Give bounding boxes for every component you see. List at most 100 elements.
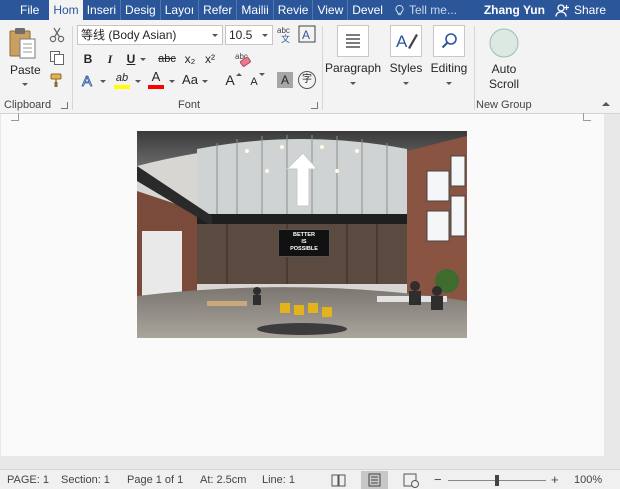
svg-text:A: A [302, 28, 310, 42]
ribbon-home: Paste Clipboard 等线 (Body Asian) 10.5 abc… [0, 20, 620, 114]
font-name-combo[interactable]: 等线 (Body Asian) [77, 25, 223, 45]
change-case-button[interactable]: Aa [180, 71, 200, 89]
group-divider [474, 26, 475, 110]
inserted-photo[interactable]: BETTER IS POSSIBLE [137, 131, 467, 338]
text-highlight-button[interactable]: ab [113, 71, 131, 89]
font-dialog-launcher-icon[interactable] [311, 102, 318, 109]
status-at[interactable]: At: 2.5cm [200, 470, 246, 489]
paste-label: Paste [10, 63, 41, 77]
italic-button[interactable]: I [103, 50, 117, 68]
search-icon [441, 33, 457, 49]
text-effects-dropdown-icon[interactable] [100, 80, 106, 83]
new-group-label: New Group [476, 99, 532, 111]
font-color-button[interactable]: A [147, 69, 165, 89]
sign-line-3: POSSIBLE [290, 246, 318, 252]
tab-references[interactable]: Refer [198, 0, 236, 20]
chevron-down-icon [262, 34, 268, 37]
share-person-icon [555, 3, 569, 17]
grow-font-button[interactable]: A [224, 71, 236, 89]
tell-me-text: Tell me... [408, 3, 457, 17]
phonetic-guide-icon[interactable]: abc 文 [277, 25, 295, 43]
paragraph-button[interactable] [337, 25, 369, 57]
status-page-of[interactable]: Page 1 of 1 [127, 470, 183, 489]
superscript-button[interactable]: x² [202, 50, 218, 68]
group-divider [322, 26, 323, 110]
print-layout-button[interactable] [361, 471, 388, 489]
tab-view[interactable]: View [312, 0, 347, 20]
subscript-button[interactable]: x₂ [182, 50, 198, 68]
svg-text:A: A [82, 73, 92, 89]
svg-text:abc: abc [277, 26, 290, 35]
web-page-icon [403, 473, 419, 488]
document-page[interactable]: BETTER IS POSSIBLE [1, 113, 604, 456]
chevron-down-icon [212, 34, 218, 37]
svg-text:文: 文 [281, 33, 290, 43]
vertical-scrollbar[interactable] [604, 114, 620, 469]
font-size-combo[interactable]: 10.5 [225, 25, 273, 45]
zoom-slider-thumb[interactable] [495, 475, 499, 486]
underline-button[interactable]: U [124, 50, 138, 68]
bold-button[interactable]: B [81, 50, 95, 68]
zoom-out-button[interactable]: − [434, 470, 442, 489]
share-label: Share [573, 3, 606, 17]
page-icon [368, 473, 381, 487]
clear-formatting-icon[interactable]: abc [234, 50, 254, 68]
styles-dropdown-icon[interactable] [403, 82, 409, 85]
highlight-dropdown-icon[interactable] [135, 80, 141, 83]
user-name[interactable]: Zhang Yun [474, 3, 555, 17]
clipboard-group-label: Clipboard [4, 99, 52, 111]
copy-icon[interactable] [49, 50, 65, 66]
tab-home[interactable]: Hom [49, 0, 83, 20]
change-case-dropdown-icon[interactable] [202, 80, 208, 83]
tab-mailings[interactable]: Mailii [236, 0, 272, 20]
font-name-value: 等线 (Body Asian) [81, 28, 177, 42]
format-painter-icon[interactable] [49, 72, 65, 88]
auto-scroll-label-line1: Auto [491, 62, 517, 76]
character-border-icon[interactable]: A [298, 25, 316, 43]
editing-button[interactable] [433, 25, 465, 57]
character-shading-button[interactable]: A [277, 72, 293, 88]
tab-review[interactable]: Revie [272, 0, 313, 20]
strikethrough-button[interactable]: abc [155, 50, 179, 68]
tab-developer[interactable]: Devel [347, 0, 387, 20]
paragraph-dropdown-icon[interactable] [350, 82, 356, 85]
group-divider [72, 26, 73, 110]
paragraph-lines-icon [346, 34, 360, 48]
grow-arrow-icon [236, 73, 242, 76]
tab-design[interactable]: Desig [120, 0, 160, 20]
paste-dropdown-icon[interactable] [22, 83, 28, 86]
styles-button[interactable]: A [390, 25, 422, 57]
text-effects-icon[interactable]: A [80, 71, 98, 89]
status-line[interactable]: Line: 1 [262, 470, 295, 489]
lightbulb-icon [395, 4, 404, 15]
status-page[interactable]: PAGE: 1 [7, 470, 49, 489]
collapse-ribbon-icon[interactable] [602, 102, 610, 106]
share-button[interactable]: Share [555, 3, 620, 17]
clipboard-dialog-launcher-icon[interactable] [61, 102, 68, 109]
zoom-level[interactable]: 100% [574, 470, 602, 489]
paste-button[interactable] [8, 26, 38, 63]
styles-gallery-icon: A [396, 32, 418, 51]
font-group-label: Font [178, 99, 201, 111]
better-is-possible-sign: BETTER IS POSSIBLE [278, 229, 330, 257]
crop-mark-top-right [583, 113, 591, 121]
editing-dropdown-icon[interactable] [446, 82, 452, 85]
auto-scroll-icon[interactable] [488, 27, 520, 59]
tab-insert[interactable]: Inseri [83, 0, 120, 20]
web-layout-button[interactable] [397, 471, 424, 489]
ribbon-tab-bar: File Hom Inseri Desig Layoı Refer Mailii… [0, 0, 620, 20]
sign-line-1: BETTER [293, 232, 315, 238]
read-mode-button[interactable] [325, 471, 352, 489]
zoom-in-button[interactable]: + [551, 470, 559, 489]
tell-me-search[interactable]: Tell me... [387, 0, 463, 20]
status-section[interactable]: Section: 1 [61, 470, 110, 489]
tab-file[interactable]: File [0, 0, 49, 20]
tab-layout[interactable]: Layoı [159, 0, 198, 20]
cut-icon[interactable] [49, 27, 65, 43]
enclose-characters-button[interactable]: 字 [298, 71, 316, 89]
font-color-dropdown-icon[interactable] [169, 80, 175, 83]
auto-scroll-label-line2: Scroll [488, 77, 519, 91]
sign-line-2: IS [301, 239, 307, 245]
book-icon [331, 474, 346, 487]
underline-dropdown-icon[interactable] [140, 58, 146, 61]
